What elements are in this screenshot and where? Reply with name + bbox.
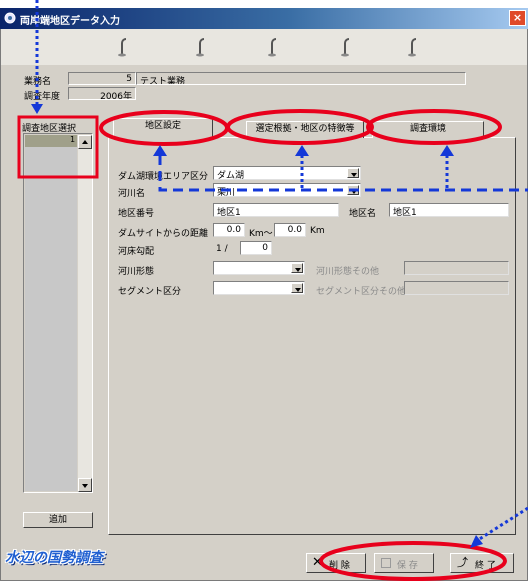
segment-label: セグメント区分	[118, 287, 182, 297]
distance-from-input[interactable]: 0.0	[213, 223, 245, 237]
binder-ring-icon	[405, 33, 419, 57]
survey-year-label: 調査年度	[24, 92, 61, 102]
river-form-select[interactable]	[213, 261, 305, 275]
floppy-disk-icon	[381, 558, 391, 568]
district-number-input[interactable]: 地区1	[213, 203, 339, 217]
binder-ring-icon	[115, 33, 129, 57]
save-button[interactable]: 保 存	[374, 553, 434, 573]
segment-other-input[interactable]	[404, 281, 509, 295]
scroll-down-icon[interactable]	[78, 478, 92, 492]
binder-strip	[1, 29, 527, 65]
river-form-label: 河川形態	[118, 267, 155, 277]
chevron-down-icon[interactable]	[347, 185, 359, 195]
segment-select[interactable]	[213, 281, 305, 295]
binder-ring-icon	[193, 33, 207, 57]
river-name-value: 栗川	[217, 188, 236, 197]
logo-text: 水辺の国勢調査	[5, 550, 103, 566]
close-window-button[interactable]: ×	[509, 10, 526, 26]
dam-area-label: ダム湖環境エリア区分	[118, 172, 209, 182]
distance-unit-from: Km〜	[249, 229, 273, 239]
river-form-other-input[interactable]	[404, 261, 509, 275]
list-item-index: 1	[70, 135, 76, 144]
river-form-other-label: 河川形態その他	[316, 267, 380, 277]
chevron-down-icon[interactable]	[347, 168, 359, 178]
segment-other-label: セグメント区分その他	[316, 287, 407, 297]
survey-year-field: 2006年	[68, 87, 136, 100]
business-name-field: テスト業務	[136, 72, 466, 85]
district-name-label: 地区名	[349, 209, 377, 219]
distance-unit-to: Km	[310, 226, 325, 236]
exit-icon: ⤴	[457, 556, 468, 569]
bed-slope-input[interactable]: 0	[240, 241, 272, 255]
bed-slope-prefix: 1 /	[216, 244, 228, 254]
chevron-down-icon[interactable]	[291, 283, 303, 293]
exit-button[interactable]: ⤴ 終 了	[450, 553, 514, 573]
add-district-button[interactable]: 追加	[23, 512, 93, 528]
delete-button[interactable]: ✕ 削 除	[306, 553, 366, 573]
business-name-label: 業務名	[24, 77, 52, 87]
district-number-label: 地区番号	[118, 209, 155, 219]
dam-area-value: ダム湖	[217, 171, 245, 180]
window-title: 両岸端地区データ入力	[20, 16, 120, 27]
chevron-down-icon[interactable]	[291, 263, 303, 273]
distance-to-input[interactable]: 0.0	[274, 223, 306, 237]
business-number-field: 5	[68, 72, 136, 85]
tab-district-settings[interactable]: 地区設定	[113, 118, 213, 138]
tab-survey-environment[interactable]: 調査環境	[372, 121, 484, 138]
dam-area-select[interactable]: ダム湖	[213, 166, 361, 180]
scroll-up-icon[interactable]	[78, 135, 92, 149]
river-name-label: 河川名	[118, 189, 146, 199]
bed-slope-label: 河床勾配	[118, 247, 155, 257]
district-name-input[interactable]: 地区1	[389, 203, 509, 217]
river-name-select[interactable]: 栗川	[213, 183, 361, 197]
distance-label: ダムサイトからの距離	[118, 229, 209, 239]
x-icon: ✕	[312, 555, 323, 570]
app-icon	[4, 12, 16, 24]
list-scrollbar[interactable]	[78, 135, 92, 492]
binder-ring-icon	[338, 33, 352, 57]
list-column	[25, 147, 77, 491]
tab-selection-basis[interactable]: 選定根拠・地区の特徴等	[246, 121, 364, 138]
binder-ring-icon	[265, 33, 279, 57]
